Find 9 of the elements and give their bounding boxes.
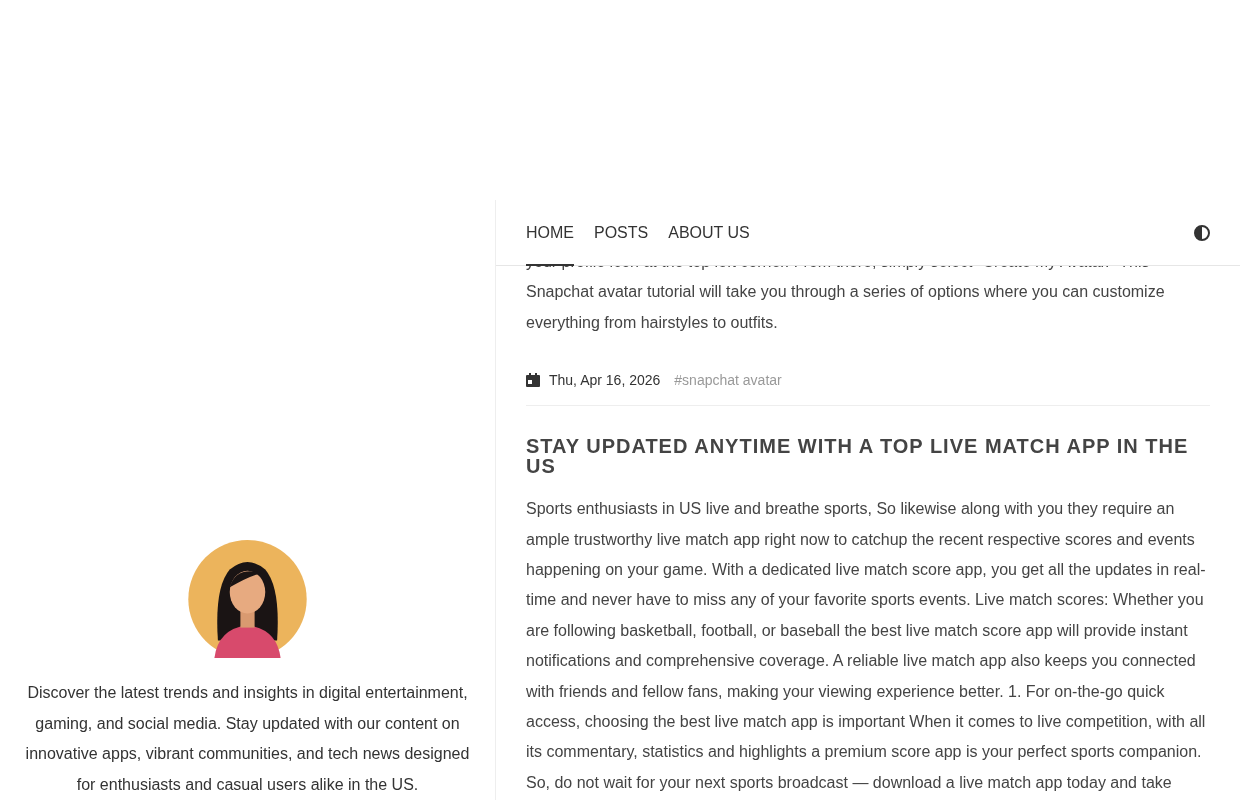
site-description: Discover the latest trends and insights in digital entertainment, gaming, and social media. Stay updated with our content on innovative apps, vibrant communities, and tech news designed for enthusiasts and casual users alike in the US. [24,683,471,795]
calendar-icon [526,373,540,388]
nav-link[interactable]: ABOUT US [668,200,750,266]
nav-link[interactable]: POSTS [594,200,649,266]
contrast-icon[interactable] [1194,224,1210,241]
nav-link[interactable]: HOME [526,200,574,266]
post-title[interactable]: STAY UPDATED ANYTIME WITH A TOP LIVE MATCH APP IN THE US [526,436,1210,477]
post-excerpt: Sports enthusiasts in US live and breathe sports, So likewise along with you they require an ample trustworthy live match app right now to catchup the recent respective scores and events happening on your game. With a dedicated live match score app, you get all the updates in real-time and never have to miss any of your favorite sports events. Live match scores: Whether you are following basketball, football, or baseball the best live match score app will provide instant notifications and comprehensive coverage. A reliable live match app also keeps you connected with friends and fellow fans, making your viewing experience better. 1. For on-the-go quick access, choosing the best live match app is important When it comes to live competition, with all its commentary, statistics and highlights a premium score app is your perfect sports companion. So, do not wait for your next sports broadcast — download a live match app today and take [526,499,1207,793]
post-date: Thu, Apr 16, 2026 [549,371,661,391]
